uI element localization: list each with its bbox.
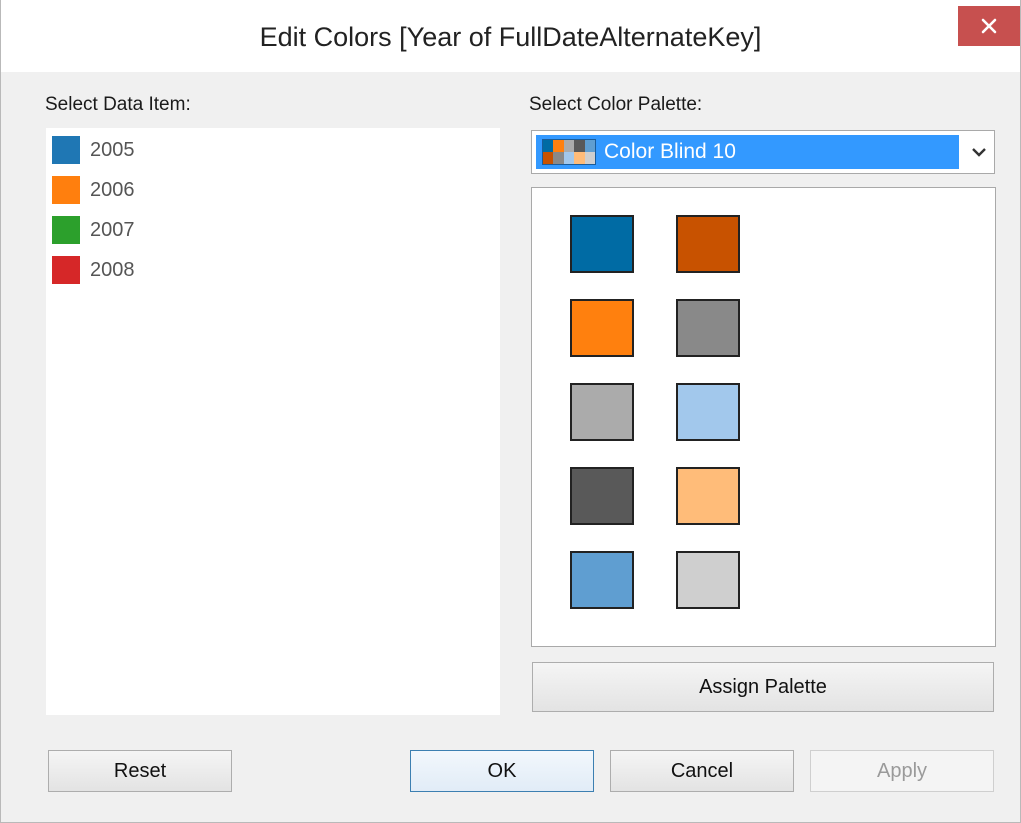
palette-swatch[interactable] xyxy=(570,299,634,357)
select-color-palette-label: Select Color Palette: xyxy=(529,94,703,115)
dialog-title: Edit Colors [Year of FullDateAlternateKe… xyxy=(259,22,762,52)
palette-preview-icon xyxy=(542,139,596,165)
color-palette-dropdown[interactable]: Color Blind 10 xyxy=(531,130,995,174)
title-bar: Edit Colors [Year of FullDateAlternateKe… xyxy=(1,0,1020,72)
ok-button[interactable]: OK xyxy=(410,750,594,792)
data-item-swatch xyxy=(52,176,80,204)
close-button[interactable] xyxy=(958,6,1020,46)
select-data-item-label: Select Data Item: xyxy=(45,94,191,115)
data-item-swatch xyxy=(52,136,80,164)
data-item-list[interactable]: 2005 2006 2007 2008 xyxy=(46,128,500,715)
data-item-2007[interactable]: 2007 xyxy=(52,214,135,246)
selected-palette-label: Color Blind 10 xyxy=(604,140,736,163)
edit-colors-dialog: Edit Colors [Year of FullDateAlternateKe… xyxy=(0,0,1021,823)
palette-swatch[interactable] xyxy=(570,551,634,609)
data-item-2008[interactable]: 2008 xyxy=(52,254,135,286)
palette-swatch[interactable] xyxy=(676,467,740,525)
palette-swatch[interactable] xyxy=(570,215,634,273)
palette-swatch-grid xyxy=(531,187,996,647)
selected-palette: Color Blind 10 xyxy=(536,135,959,169)
chevron-down-icon[interactable] xyxy=(968,141,990,163)
palette-swatch[interactable] xyxy=(676,383,740,441)
palette-swatch[interactable] xyxy=(676,215,740,273)
palette-swatch[interactable] xyxy=(676,551,740,609)
palette-swatch[interactable] xyxy=(570,467,634,525)
apply-button[interactable]: Apply xyxy=(810,750,994,792)
data-item-2006[interactable]: 2006 xyxy=(52,174,135,206)
close-icon xyxy=(981,18,997,34)
data-item-label: 2006 xyxy=(90,178,135,201)
data-item-label: 2005 xyxy=(90,138,135,161)
data-item-swatch xyxy=(52,256,80,284)
data-item-label: 2008 xyxy=(90,258,135,281)
data-item-label: 2007 xyxy=(90,218,135,241)
assign-palette-button[interactable]: Assign Palette xyxy=(532,662,994,712)
cancel-button[interactable]: Cancel xyxy=(610,750,794,792)
data-item-2005[interactable]: 2005 xyxy=(52,134,135,166)
data-item-swatch xyxy=(52,216,80,244)
palette-swatch[interactable] xyxy=(676,299,740,357)
palette-swatch[interactable] xyxy=(570,383,634,441)
reset-button[interactable]: Reset xyxy=(48,750,232,792)
